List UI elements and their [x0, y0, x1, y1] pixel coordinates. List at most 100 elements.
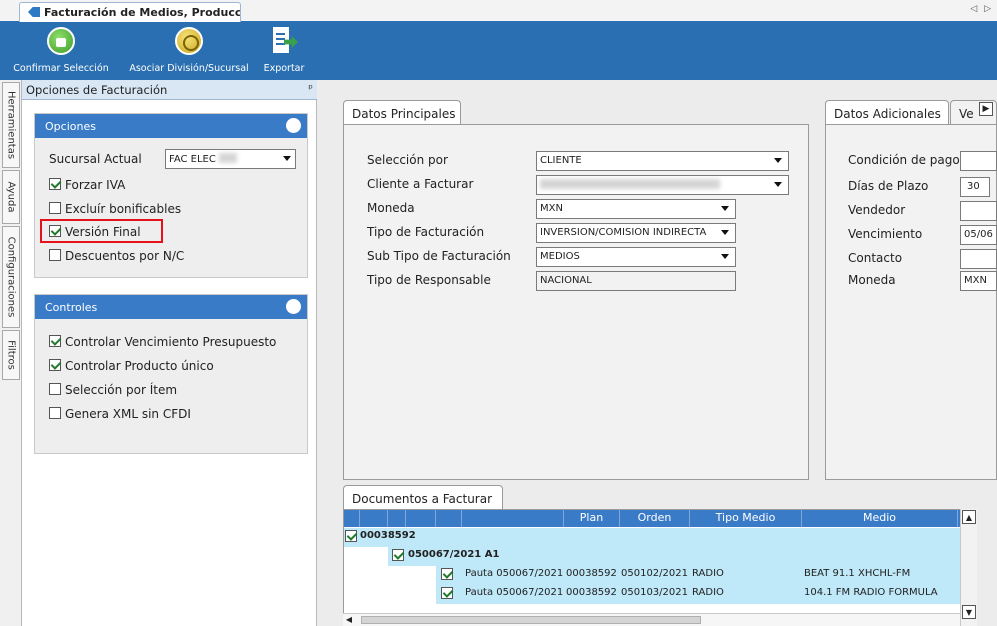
- checkbox[interactable]: [49, 407, 61, 419]
- table-row[interactable]: Pauta 050067/2021 00038592 050103/2021 R…: [344, 585, 974, 604]
- document-tab[interactable]: Facturación de Medios, Producci...: [19, 2, 241, 23]
- sub-tipo-select[interactable]: MEDIOS: [536, 247, 736, 267]
- chevron-down-icon: [774, 182, 782, 187]
- checkbox-checked[interactable]: [345, 530, 357, 542]
- ribbon-toolbar: Confirmar Selección Asociar División/Suc…: [0, 22, 997, 80]
- checkbox[interactable]: [49, 383, 61, 395]
- vencimiento-field[interactable]: 05/06: [960, 225, 997, 245]
- export-document-icon: [273, 27, 298, 55]
- contacto-field[interactable]: [960, 249, 997, 269]
- grid-header-cell: [406, 510, 436, 527]
- opciones-group: Opciones Sucursal Actual FAC ELEC Forzar…: [34, 113, 308, 278]
- controlar-vencimiento-checkbox[interactable]: Controlar Vencimiento Presupuesto: [49, 335, 276, 349]
- column-header-plan[interactable]: Plan: [564, 510, 620, 527]
- grid-header-cell: [360, 510, 388, 527]
- checkbox-checked[interactable]: [49, 359, 61, 371]
- checkbox[interactable]: [49, 249, 61, 261]
- options-panel-title: Opciones de Facturación: [26, 83, 168, 97]
- seleccion-label: Selección por: [367, 153, 448, 167]
- table-row[interactable]: Pauta 050067/2021 00038592 050102/2021 R…: [344, 566, 976, 585]
- scroll-up-icon[interactable]: ▲: [962, 510, 976, 524]
- blurred-text: [540, 179, 720, 189]
- grid-header-cell: [388, 510, 406, 527]
- cliente-select[interactable]: [536, 175, 789, 195]
- options-panel-header: Opciones de Facturación ᵖ: [22, 80, 317, 100]
- export-label: Exportar: [263, 63, 305, 74]
- associate-division-label: Asociar División/Sucursal: [129, 63, 249, 74]
- associate-division-button[interactable]: Asociar División/Sucursal: [122, 22, 256, 80]
- tab-scroll-arrows-icon[interactable]: ◁ ▷: [970, 4, 993, 14]
- condicion-field[interactable]: [960, 151, 997, 171]
- grid-vertical-scrollbar[interactable]: ▲ ▼: [960, 509, 977, 626]
- checkbox-checked[interactable]: [49, 335, 61, 347]
- document-tab-strip: Facturación de Medios, Producci... ◁ ▷: [0, 0, 997, 23]
- cell-pauta: Pauta 050067/2021: [465, 587, 564, 598]
- sub-tipo-label: Sub Tipo de Facturación: [367, 249, 511, 263]
- vendedor-label: Vendedor: [848, 203, 906, 217]
- cell-medio: 104.1 FM RADIO FORMULA: [804, 587, 938, 598]
- collapse-icon[interactable]: [286, 299, 301, 314]
- column-header-orden[interactable]: Orden: [620, 510, 690, 527]
- genera-xml-checkbox[interactable]: Genera XML sin CFDI: [49, 407, 191, 421]
- tab-datos-principales[interactable]: Datos Principales: [343, 100, 461, 125]
- chevron-down-icon: [283, 156, 291, 161]
- excluir-bonificables-checkbox[interactable]: Excluír bonificables: [49, 202, 181, 216]
- condicion-label: Condición de pago: [848, 153, 960, 167]
- descuentos-nc-checkbox[interactable]: Descuentos por N/C: [49, 249, 184, 263]
- chevron-down-icon: [721, 254, 729, 259]
- tab-scroll-right-icon[interactable]: ▶: [979, 102, 993, 116]
- table-row-group[interactable]: 00038592: [344, 528, 962, 547]
- blurred-text: [219, 153, 238, 163]
- tab-icon: [28, 7, 40, 17]
- checkbox-checked[interactable]: [392, 549, 404, 561]
- seleccion-select[interactable]: CLIENTE: [536, 151, 789, 171]
- vencimiento-label: Vencimiento: [848, 227, 923, 241]
- moneda-adicional-field[interactable]: MXN: [960, 271, 997, 291]
- side-tab-filtros[interactable]: Filtros: [2, 330, 20, 380]
- column-header-tipo-medio[interactable]: Tipo Medio: [690, 510, 802, 527]
- column-header-medio[interactable]: Medio: [802, 510, 958, 527]
- scroll-thumb[interactable]: [361, 616, 701, 624]
- side-tab-configuraciones[interactable]: Configuraciones: [2, 226, 20, 328]
- table-row-subgroup[interactable]: 050067/2021 A1: [344, 547, 962, 566]
- thumbs-up-icon: [47, 27, 75, 55]
- moneda-adicional-label: Moneda: [848, 273, 896, 287]
- forzar-iva-checkbox[interactable]: Forzar IVA: [49, 178, 125, 192]
- checkbox-checked[interactable]: [441, 568, 453, 580]
- document-tab-title: Facturación de Medios, Producci...: [44, 6, 241, 19]
- cell-orden: 050102/2021: [621, 568, 688, 579]
- grid-header-cell: [436, 510, 462, 527]
- vendedor-field[interactable]: [960, 201, 997, 221]
- confirm-selection-button[interactable]: Confirmar Selección: [2, 22, 120, 80]
- dias-field[interactable]: 30: [960, 177, 990, 197]
- cell-pauta: Pauta 050067/2021: [465, 568, 564, 579]
- options-panel: Opciones de Facturación ᵖ Opciones Sucur…: [22, 80, 317, 626]
- tab-documentos-facturar[interactable]: Documentos a Facturar: [343, 485, 503, 510]
- scroll-down-icon[interactable]: ▼: [962, 605, 976, 619]
- controlar-producto-checkbox[interactable]: Controlar Producto único: [49, 359, 214, 373]
- controles-group-header[interactable]: Controles: [35, 295, 307, 319]
- pin-icon[interactable]: ᵖ: [308, 82, 313, 95]
- tab-datos-adicionales[interactable]: Datos Adicionales: [825, 100, 949, 125]
- export-button[interactable]: Exportar: [258, 22, 310, 80]
- sucursal-select[interactable]: FAC ELEC: [165, 149, 296, 169]
- opciones-group-header[interactable]: Opciones: [35, 114, 307, 138]
- seleccion-item-checkbox[interactable]: Selección por Ítem: [49, 383, 177, 397]
- tipo-facturacion-label: Tipo de Facturación: [367, 225, 485, 239]
- tipo-facturacion-select[interactable]: INVERSION/COMISION INDIRECTA: [536, 223, 736, 243]
- cell-tipo-medio: RADIO: [692, 568, 724, 579]
- side-tab-herramientas[interactable]: Herramientas: [2, 82, 20, 168]
- group-label: 00038592: [360, 530, 416, 541]
- sucursal-label: Sucursal Actual: [49, 152, 142, 166]
- checkbox-checked[interactable]: [441, 587, 453, 599]
- grid-header-cell: [344, 510, 360, 527]
- checkbox[interactable]: [49, 202, 61, 214]
- documents-grid[interactable]: Plan Orden Tipo Medio Medio 00038592 050…: [343, 509, 977, 626]
- scroll-left-icon[interactable]: ◀: [343, 614, 355, 626]
- grid-horizontal-scrollbar[interactable]: ◀: [343, 613, 960, 626]
- collapse-icon[interactable]: [286, 118, 301, 133]
- grid-header-cell: [462, 510, 564, 527]
- side-tab-ayuda[interactable]: Ayuda: [2, 170, 20, 224]
- moneda-select[interactable]: MXN: [536, 199, 736, 219]
- checkbox-checked[interactable]: [49, 178, 61, 190]
